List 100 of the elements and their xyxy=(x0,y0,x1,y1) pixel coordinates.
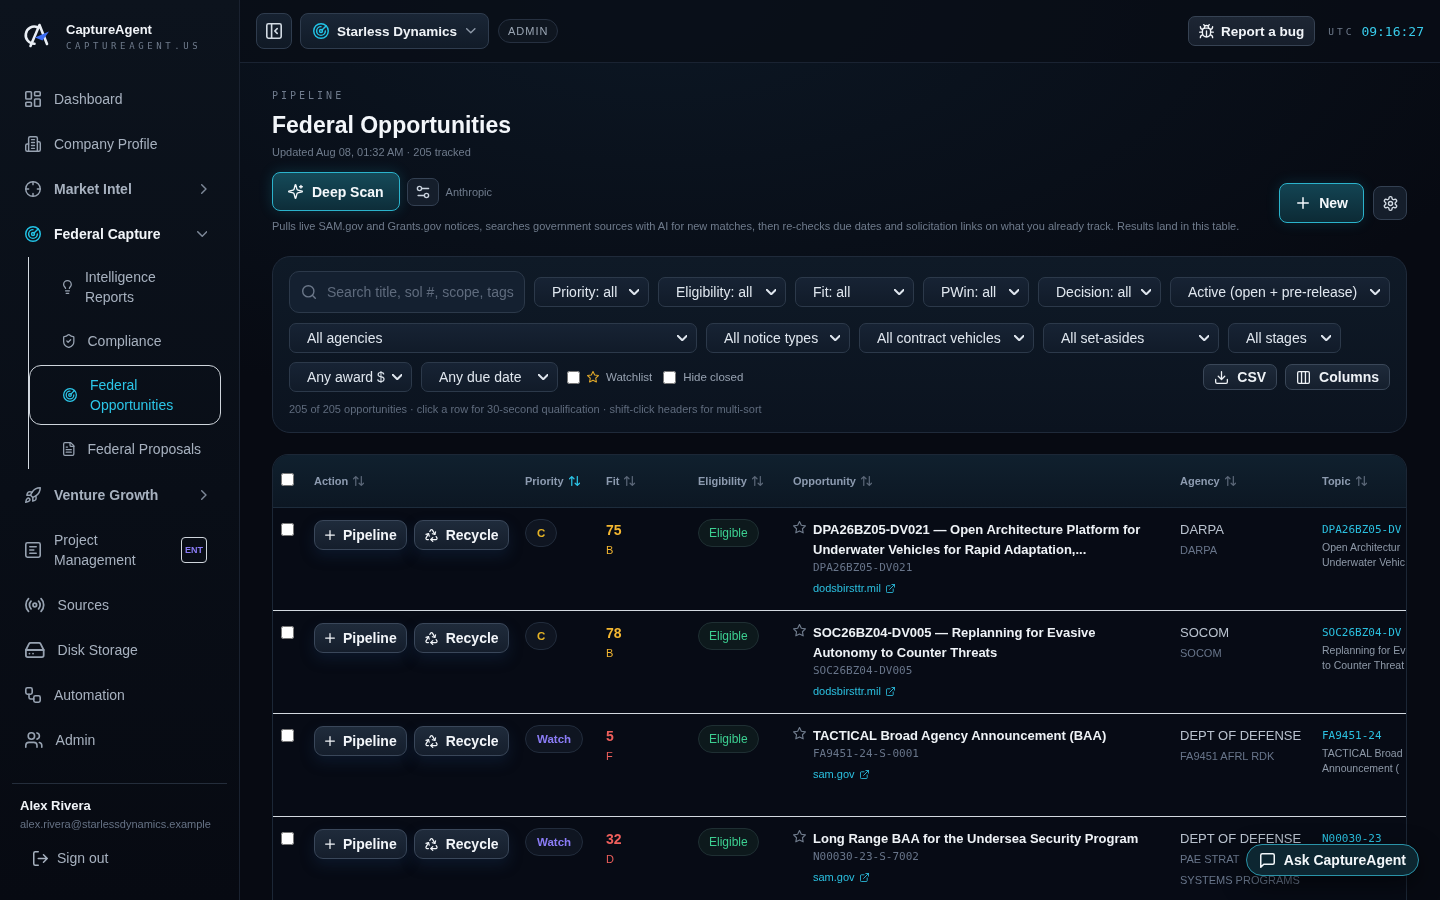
pipeline-button[interactable]: Pipeline xyxy=(314,623,407,653)
priority-badge: C xyxy=(525,622,558,650)
nav-subitem[interactable]: Federal Proposals xyxy=(29,429,221,469)
rocket-icon xyxy=(25,487,41,503)
collapse-sidebar-button[interactable] xyxy=(256,13,292,49)
chevron-right-icon xyxy=(201,184,207,194)
nav-subitem[interactable]: Compliance xyxy=(29,321,221,361)
column-header[interactable]: Agency xyxy=(1180,475,1236,487)
filter-dropdown[interactable]: Any due date xyxy=(421,362,558,392)
source-link[interactable]: dodsbirsttr.mil xyxy=(813,580,895,596)
search-field[interactable]: Search title, sol #, scope, tags xyxy=(289,271,525,313)
filter-dropdown[interactable]: Active (open + pre-release) xyxy=(1170,277,1390,307)
external-link-icon xyxy=(859,769,869,779)
pipeline-button[interactable]: Pipeline xyxy=(314,726,407,756)
topic-text: Announcement ( xyxy=(1322,761,1400,776)
nav-item[interactable]: Market Intel xyxy=(12,167,227,211)
filter-checkbox[interactable] xyxy=(663,370,677,384)
filter-dropdown[interactable]: All stages xyxy=(1228,323,1341,353)
workspace-switcher[interactable]: Starless Dynamics xyxy=(300,13,489,49)
recycle-button[interactable]: Recycle xyxy=(413,520,509,550)
filter-dropdown[interactable]: All notice types xyxy=(706,323,850,353)
filter-dropdown[interactable]: All set-asides xyxy=(1043,323,1219,353)
star-icon[interactable] xyxy=(793,830,806,843)
pipeline-button[interactable]: Pipeline xyxy=(314,520,407,550)
chevron-down-icon xyxy=(391,374,402,380)
new-button[interactable]: New xyxy=(1279,183,1364,223)
nav-subitem[interactable]: Intelligence Reports xyxy=(29,257,221,317)
topic-code: N00030-23 xyxy=(1322,831,1382,847)
star-icon[interactable] xyxy=(793,624,806,637)
search-icon xyxy=(302,285,316,299)
nav-item[interactable]: Venture Growth xyxy=(12,473,227,517)
filter-dropdown[interactable]: Any award $ xyxy=(289,362,412,392)
star-icon[interactable] xyxy=(793,727,806,740)
model-name: Anthropic xyxy=(445,185,493,198)
nav-item[interactable]: Company Profile xyxy=(12,122,227,166)
source-link[interactable]: dodsbirsttr.mil xyxy=(813,683,895,699)
column-header[interactable]: Priority xyxy=(525,475,580,487)
row-checkbox[interactable] xyxy=(281,729,294,742)
page-description: Pulls live SAM.gov and Grants.gov notices, searches government sources with AI for new matches, then re-checks due dates and solicitation links on what you already track. Results land in this table. xyxy=(272,219,1241,233)
filter-dropdown[interactable]: Priority: all xyxy=(534,277,649,307)
recycle-button[interactable]: Recycle xyxy=(413,726,509,756)
column-header[interactable]: Opportunity xyxy=(793,475,873,487)
column-header[interactable]: Topic xyxy=(1322,475,1367,487)
star-icon[interactable] xyxy=(793,521,806,534)
filter-dropdown[interactable]: Decision: all xyxy=(1038,277,1161,307)
chevron-down-icon xyxy=(1013,335,1024,341)
filter-dropdown[interactable]: Fit: all xyxy=(795,277,914,307)
checkbox-label[interactable]: Watchlist xyxy=(606,371,653,383)
topic-text: Open Architectur xyxy=(1322,540,1401,555)
checkbox-label[interactable]: Hide closed xyxy=(683,371,744,383)
solicitation-number: DPA26BZ05-DV021 xyxy=(813,560,913,576)
drive-icon xyxy=(25,642,45,658)
nav-item[interactable]: Disk Storage xyxy=(12,628,227,672)
filter-dropdown[interactable]: Eligibility: all xyxy=(658,277,786,307)
filter-dropdown[interactable]: All agencies xyxy=(289,323,697,353)
fit-grade: B xyxy=(606,646,614,661)
select-all-checkbox[interactable] xyxy=(281,473,294,486)
recycle-button[interactable]: Recycle xyxy=(413,623,509,653)
broadcast-icon xyxy=(25,597,45,613)
column-header[interactable]: Action xyxy=(314,475,365,487)
filter-dropdown[interactable]: PWin: all xyxy=(923,277,1029,307)
plus-icon xyxy=(325,736,335,746)
columns-button[interactable]: Columns xyxy=(1285,364,1390,390)
deep-scan-button[interactable]: Deep Scan xyxy=(272,172,400,211)
settings-button[interactable] xyxy=(1373,186,1407,220)
plus-icon xyxy=(1297,197,1310,209)
nav-item[interactable]: Dashboard xyxy=(12,77,227,121)
row-checkbox[interactable] xyxy=(281,832,294,845)
nav-item[interactable]: Sources xyxy=(12,583,227,627)
nav-item[interactable]: Federal Capture xyxy=(12,212,227,256)
clock-time: 09:16:27 xyxy=(1361,23,1424,39)
shield-check-icon xyxy=(63,334,75,348)
model-settings-button[interactable] xyxy=(406,177,439,206)
nav-item[interactable]: Automation xyxy=(12,673,227,717)
row-checkbox[interactable] xyxy=(281,626,294,639)
opportunity-title: Long Range BAA for the Undersea Security Program xyxy=(813,830,1139,848)
eligibility-badge: Eligible xyxy=(698,519,759,547)
fit-grade: F xyxy=(606,749,613,764)
source-link[interactable]: sam.gov xyxy=(813,869,869,885)
source-link[interactable]: sam.gov xyxy=(813,766,869,782)
filter-checkbox[interactable] xyxy=(567,370,580,384)
ask-assistant-button[interactable]: Ask CaptureAgent xyxy=(1245,844,1419,876)
chevron-down-icon xyxy=(765,289,776,295)
csv-button[interactable]: CSV xyxy=(1203,364,1278,390)
report-bug-button[interactable]: Report a bug xyxy=(1187,16,1316,46)
recycle-icon xyxy=(424,528,438,542)
column-header[interactable]: Eligibility xyxy=(698,475,763,487)
pipeline-button[interactable]: Pipeline xyxy=(314,829,407,859)
nav-item[interactable]: Admin xyxy=(12,718,227,762)
nav-item[interactable]: Project Management ENT xyxy=(12,518,227,582)
sign-out-button[interactable]: Sign out xyxy=(33,848,109,868)
column-header[interactable]: Fit xyxy=(606,475,636,487)
nav-subitem[interactable]: Federal Opportunities xyxy=(29,365,221,425)
logo-icon xyxy=(22,22,50,48)
row-checkbox[interactable] xyxy=(281,523,294,536)
priority-badge: C xyxy=(525,519,558,547)
role-badge: ADMIN xyxy=(498,19,559,43)
recycle-button[interactable]: Recycle xyxy=(413,829,509,859)
filter-dropdown[interactable]: All contract vehicles xyxy=(859,323,1034,353)
chat-icon xyxy=(1259,852,1275,868)
